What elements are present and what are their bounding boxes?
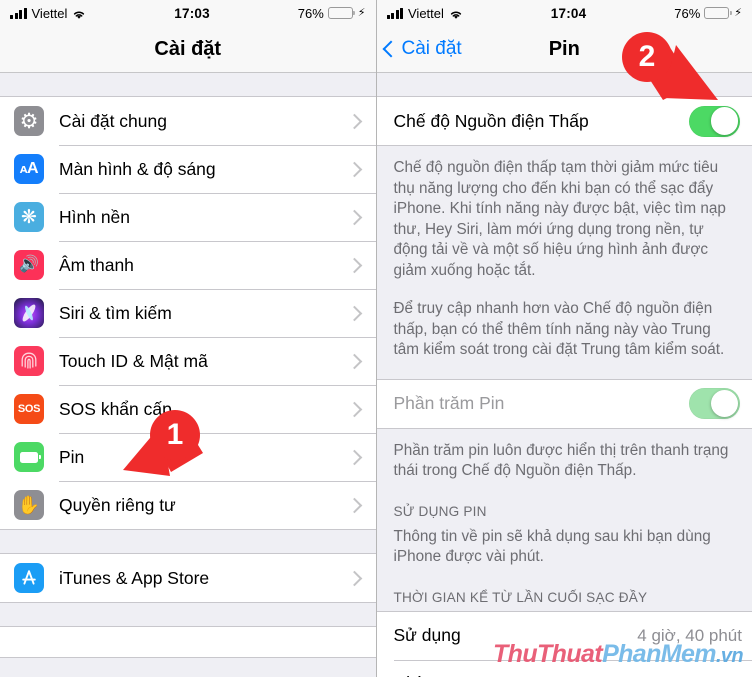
arrow-to-pin-annotation xyxy=(123,45,718,476)
watermark-part-b: PhanMem xyxy=(602,640,716,668)
step-badge-2: 2 xyxy=(622,32,672,82)
watermark-part-a: ThuThuat xyxy=(493,640,603,668)
watermark: ThuThuatPhanMem.vn xyxy=(493,640,744,669)
watermark-part-c: .vn xyxy=(715,645,744,667)
screenshot-root: Viettel 17:03 76% ⚡ Cài đặt ⚙ Cài đặt ch… xyxy=(0,0,752,677)
step-badge-1: 1 xyxy=(150,410,200,460)
